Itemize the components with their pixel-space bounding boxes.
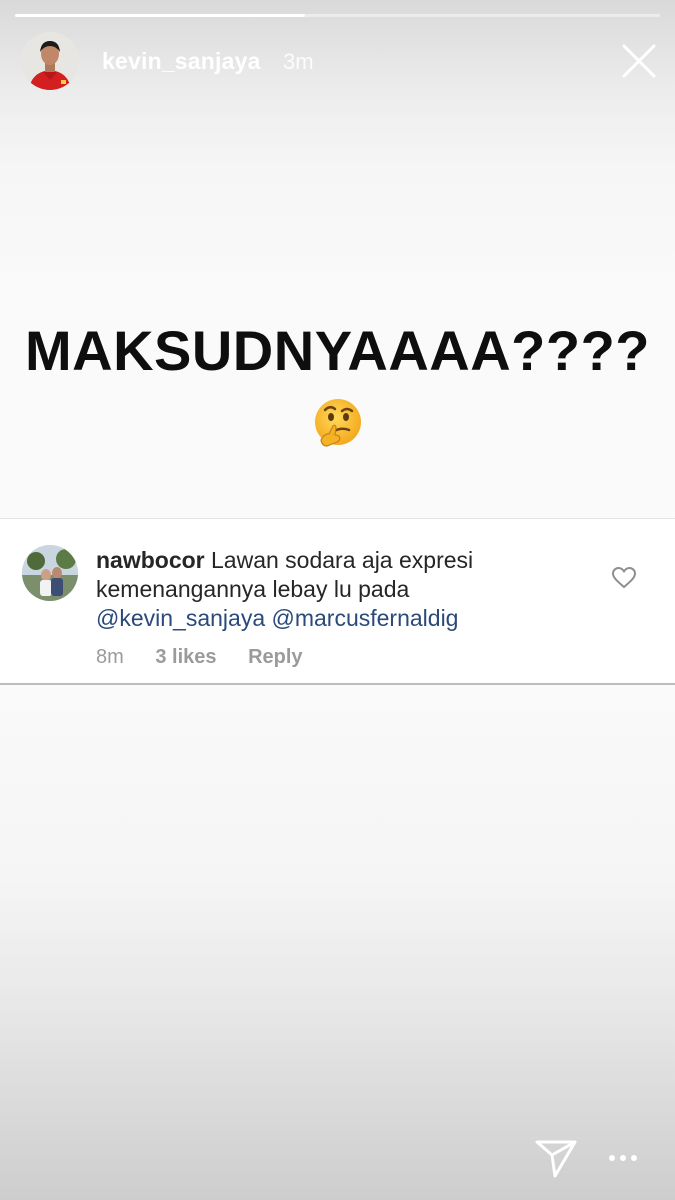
- close-icon[interactable]: [620, 42, 658, 80]
- thinking-face-emoji: [311, 396, 365, 450]
- mention-link[interactable]: @kevin_sanjaya: [96, 605, 265, 631]
- profile-avatar[interactable]: [21, 32, 79, 90]
- story-username[interactable]: kevin_sanjaya: [102, 48, 261, 75]
- mention-link[interactable]: @marcusfernaldig: [272, 605, 459, 631]
- commenter-avatar[interactable]: [22, 545, 78, 601]
- story-time-ago: 3m: [283, 49, 314, 74]
- likes-count[interactable]: 3 likes: [155, 646, 216, 668]
- send-icon[interactable]: [534, 1136, 578, 1180]
- commenter-username[interactable]: nawbocor: [96, 547, 205, 573]
- comment-time: 8m: [96, 646, 124, 668]
- story-header: kevin_sanjaya 3m: [0, 0, 675, 110]
- story-headline: MAKSUDNYAAAA????: [24, 319, 650, 382]
- comment-card: nawbocor Lawan sodara aja expresi kemena…: [0, 518, 675, 685]
- comment-meta: 8m 3 likes Reply: [96, 646, 329, 669]
- comment-text: nawbocor Lawan sodara aja expresi kemena…: [96, 546, 566, 633]
- heart-icon[interactable]: [611, 566, 637, 590]
- reply-button[interactable]: Reply: [248, 646, 302, 668]
- more-icon[interactable]: [606, 1148, 640, 1168]
